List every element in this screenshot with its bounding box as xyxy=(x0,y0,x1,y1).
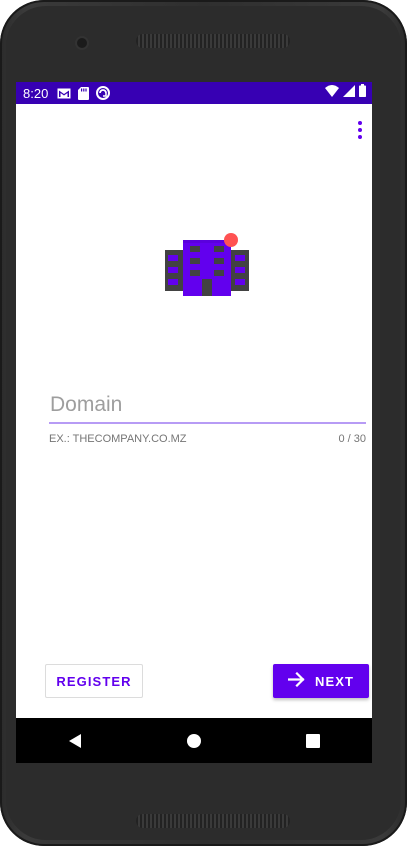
sd-card-icon xyxy=(78,86,90,100)
domain-helper-row: EX.: THECOMPANY.CO.MZ 0 / 30 xyxy=(49,433,366,445)
gmail-icon xyxy=(57,88,71,99)
domain-field[interactable]: Domain EX.: THECOMPANY.CO.MZ 0 / 30 xyxy=(49,388,366,445)
register-button[interactable]: REGISTER xyxy=(45,664,143,698)
domain-helper-text: EX.: THECOMPANY.CO.MZ xyxy=(49,433,187,445)
signal-icon xyxy=(343,84,355,102)
phone-frame: 8:20 Domain EX.: THECOMPANY.CO.MZ 0 / 30… xyxy=(0,0,407,846)
status-time: 8:20 xyxy=(23,85,49,101)
wifi-icon xyxy=(325,84,339,102)
next-button-label: NEXT xyxy=(314,673,355,689)
domain-input-underline xyxy=(49,422,366,424)
more-vert-icon[interactable] xyxy=(348,116,372,144)
back-icon[interactable] xyxy=(51,718,99,763)
domain-input[interactable]: Domain xyxy=(49,388,366,422)
front-camera xyxy=(77,38,87,48)
battery-icon xyxy=(359,84,366,102)
register-button-label: REGISTER xyxy=(56,673,132,689)
home-icon[interactable] xyxy=(170,718,218,763)
status-right-icons xyxy=(325,82,366,104)
status-bar: 8:20 xyxy=(16,82,372,104)
navigation-bar xyxy=(16,718,372,763)
next-button[interactable]: NEXT xyxy=(273,664,369,698)
arrow-forward-icon xyxy=(287,671,305,690)
recents-icon[interactable] xyxy=(289,718,337,763)
sync-icon xyxy=(96,86,111,100)
domain-char-counter: 0 / 30 xyxy=(338,433,366,445)
top-speaker xyxy=(136,34,290,48)
bottom-speaker xyxy=(136,814,290,828)
building-icon xyxy=(164,232,250,301)
screen: 8:20 Domain EX.: THECOMPANY.CO.MZ 0 / 30… xyxy=(16,82,372,763)
